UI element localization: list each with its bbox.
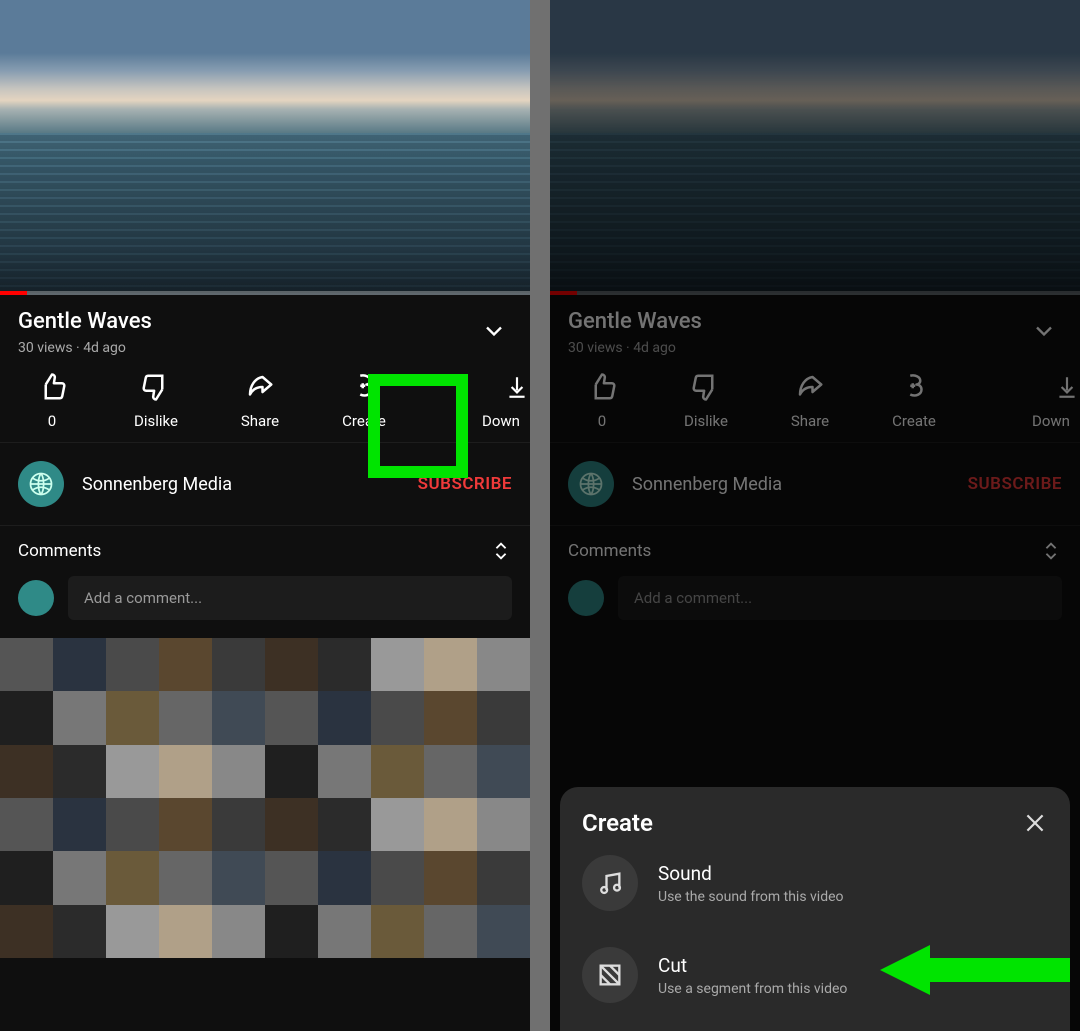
phone-right: Gentle Waves 30 views · 4d ago 0 Dislike	[550, 0, 1080, 1031]
sheet-item-title: Cut	[658, 954, 847, 977]
subscribe-button[interactable]: SUBSCRIBE	[418, 474, 512, 494]
share-button[interactable]: Share	[208, 370, 312, 430]
channel-name[interactable]: Sonnenberg Media	[82, 474, 400, 495]
sheet-title: Create	[582, 809, 1022, 837]
video-meta: Gentle Waves 30 views · 4d ago	[0, 295, 530, 364]
thumbs-down-icon	[141, 370, 171, 404]
video-player[interactable]	[0, 0, 530, 295]
expand-collapse-icon[interactable]	[490, 540, 512, 562]
sheet-item-title: Sound	[658, 862, 844, 885]
sheet-item-cut[interactable]: Cut Use a segment from this video	[582, 929, 1048, 1021]
sheet-item-subtitle: Use the sound from this video	[658, 889, 844, 905]
video-title: Gentle Waves	[18, 309, 512, 334]
sheet-item-subtitle: Use a segment from this video	[658, 981, 847, 997]
video-subtitle: 30 views · 4d ago	[18, 340, 512, 356]
video-age: 4d ago	[83, 340, 126, 356]
phone-left: Gentle Waves 30 views · 4d ago 0 Dislike	[0, 0, 530, 1031]
channel-row[interactable]: Sonnenberg Media SUBSCRIBE	[0, 442, 530, 525]
next-video-mosaic[interactable]	[0, 638, 530, 958]
dislike-button[interactable]: Dislike	[104, 370, 208, 430]
sheet-item-sound[interactable]: Sound Use the sound from this video	[582, 837, 1048, 929]
video-views: 30 views	[18, 340, 73, 356]
download-icon	[504, 370, 530, 404]
like-button[interactable]: 0	[0, 370, 104, 430]
like-count: 0	[48, 412, 56, 430]
comment-input[interactable]: Add a comment...	[68, 576, 512, 620]
user-avatar[interactable]	[18, 580, 54, 616]
shorts-create-icon	[349, 370, 379, 404]
close-icon[interactable]	[1022, 810, 1048, 836]
subtitle-sep: ·	[73, 340, 84, 356]
share-label: Share	[241, 412, 279, 430]
download-button[interactable]: Down	[498, 370, 530, 430]
thumbs-up-icon	[37, 370, 67, 404]
comments-header[interactable]: Comments	[0, 525, 530, 570]
create-button[interactable]: Create	[312, 370, 416, 430]
music-note-icon	[582, 855, 638, 911]
comments-heading: Comments	[18, 541, 490, 561]
action-bar: 0 Dislike Share Create	[0, 364, 530, 442]
dislike-label: Dislike	[134, 412, 178, 430]
share-icon	[245, 370, 275, 404]
cut-icon	[582, 947, 638, 1003]
create-label: Create	[342, 412, 386, 430]
video-thumbnail-art	[0, 133, 530, 295]
create-bottom-sheet: Create Sound Use the sound from this vid…	[560, 787, 1070, 1031]
comment-input-row: Add a comment...	[0, 570, 530, 638]
expand-chevron-icon[interactable]	[480, 317, 508, 345]
download-label: Down	[482, 412, 520, 430]
channel-avatar[interactable]	[18, 461, 64, 507]
